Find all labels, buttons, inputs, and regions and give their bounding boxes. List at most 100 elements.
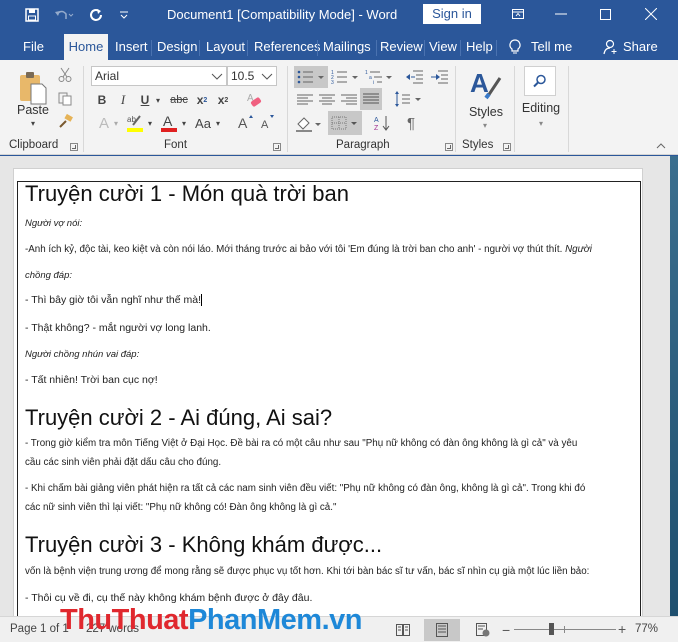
- tab-layout[interactable]: Layout: [203, 34, 248, 60]
- zoom-slider[interactable]: [514, 623, 616, 635]
- zoom-slider-thumb[interactable]: [549, 623, 555, 635]
- minimize-icon[interactable]: [546, 2, 576, 26]
- justify-icon[interactable]: [360, 88, 382, 110]
- tab-references[interactable]: References: [251, 34, 323, 60]
- multilevel-list-button[interactable]: 1ai: [364, 66, 396, 88]
- change-case-dropdown-icon[interactable]: ▾: [214, 114, 222, 132]
- bullets-button[interactable]: [294, 66, 328, 88]
- subscript-label: x: [196, 93, 204, 107]
- read-mode-icon[interactable]: [390, 619, 416, 641]
- strikethrough-button[interactable]: abc: [168, 91, 190, 109]
- line-spacing-icon[interactable]: [393, 88, 423, 110]
- align-right-icon[interactable]: [338, 90, 360, 110]
- ribbon-display-options-icon[interactable]: [503, 2, 533, 26]
- tab-review[interactable]: Review: [377, 34, 426, 60]
- customize-qat-icon[interactable]: [116, 5, 132, 25]
- font-dialog-launcher[interactable]: [273, 143, 281, 151]
- text-effects-dropdown-icon[interactable]: ▾: [112, 114, 120, 132]
- svg-text:A: A: [238, 115, 248, 131]
- undo-icon[interactable]: [52, 5, 76, 25]
- font-color-dropdown-icon[interactable]: ▾: [180, 114, 188, 132]
- ribbon: Paste ▾ Clipboard Arial 10.5 B I U ▾ abc…: [0, 60, 678, 155]
- styles-group-label: Styles: [462, 139, 494, 151]
- highlight-color-icon[interactable]: ab: [124, 112, 146, 134]
- tab-view[interactable]: View: [426, 34, 460, 60]
- tab-mailings[interactable]: Mailings: [320, 34, 374, 60]
- paste-button[interactable]: Paste: [16, 102, 50, 118]
- align-center-icon[interactable]: [316, 90, 338, 110]
- align-left-icon[interactable]: [294, 90, 316, 110]
- styles-dropdown-icon[interactable]: ▾: [478, 120, 492, 130]
- svg-text:i: i: [373, 80, 374, 85]
- format-painter-icon[interactable]: [56, 112, 74, 130]
- chevron-down-icon[interactable]: [261, 67, 273, 91]
- decrease-indent-icon[interactable]: [403, 66, 425, 88]
- tab-insert[interactable]: Insert: [112, 34, 151, 60]
- share-button[interactable]: Share: [600, 34, 661, 60]
- underline-dropdown-icon[interactable]: ▾: [153, 91, 163, 109]
- tab-design[interactable]: Design: [154, 34, 200, 60]
- web-layout-icon[interactable]: [470, 619, 496, 641]
- subscript-button[interactable]: x2: [193, 91, 211, 109]
- italic-button[interactable]: I: [115, 91, 131, 109]
- paragraph-group-label: Paragraph: [336, 139, 390, 151]
- tell-me-search[interactable]: Tell me: [506, 34, 575, 60]
- clear-formatting-icon[interactable]: A: [244, 90, 264, 110]
- shrink-font-icon[interactable]: A: [258, 112, 278, 132]
- paragraph: - Thì bây giờ tôi vẫn nghĩ như thế mà!: [25, 294, 202, 307]
- search-icon[interactable]: [524, 66, 556, 96]
- print-layout-icon[interactable]: [424, 619, 460, 641]
- copy-icon[interactable]: [56, 90, 74, 108]
- numbering-button[interactable]: 123: [330, 66, 362, 88]
- font-color-icon[interactable]: A: [158, 112, 180, 134]
- sort-icon[interactable]: AZ: [372, 111, 394, 135]
- show-formatting-marks-icon[interactable]: ¶: [400, 111, 422, 135]
- editing-dropdown-icon[interactable]: ▾: [534, 118, 548, 128]
- cut-icon[interactable]: [56, 66, 74, 84]
- document-page[interactable]: Truyện cười 1 - Món quà trời ban Người v…: [13, 168, 643, 617]
- borders-icon[interactable]: [328, 111, 362, 135]
- document-content[interactable]: Truyện cười 1 - Món quà trời ban Người v…: [17, 181, 641, 617]
- font-group-label: Font: [164, 139, 188, 151]
- tell-me-label: Tell me: [531, 39, 573, 54]
- tab-home[interactable]: Home: [64, 34, 108, 60]
- paragraph-dialog-launcher[interactable]: [445, 143, 453, 151]
- styles-gallery-icon[interactable]: A: [466, 66, 504, 104]
- tab-help[interactable]: Help: [463, 34, 496, 60]
- grow-font-icon[interactable]: A: [236, 112, 256, 132]
- paragraph-text: -Anh ích kỷ, độc tài, keo kiệt và còn nó…: [25, 244, 563, 255]
- font-name-combo[interactable]: Arial: [91, 66, 227, 86]
- shading-icon[interactable]: [294, 113, 326, 135]
- superscript-button[interactable]: x2: [214, 91, 232, 109]
- increase-indent-icon[interactable]: [428, 66, 450, 88]
- zoom-out-button[interactable]: −: [502, 622, 510, 638]
- chevron-down-icon[interactable]: [211, 67, 223, 91]
- text-effects-icon[interactable]: A: [94, 114, 114, 132]
- watermark-part-2: PhanMem: [188, 604, 322, 636]
- zoom-level[interactable]: 77%: [635, 623, 658, 635]
- superscript-label: x: [217, 93, 225, 107]
- underline-button[interactable]: U: [137, 91, 153, 109]
- group-separator: [568, 66, 569, 152]
- tab-separator: [151, 40, 152, 56]
- redo-icon[interactable]: [86, 5, 106, 25]
- font-size-combo[interactable]: 10.5: [227, 66, 277, 86]
- styles-button[interactable]: Styles: [466, 104, 506, 120]
- bold-button[interactable]: B: [94, 91, 110, 109]
- change-case-button[interactable]: Aa: [192, 114, 214, 132]
- styles-dialog-launcher[interactable]: [503, 143, 511, 151]
- clipboard-dialog-launcher[interactable]: [70, 143, 78, 151]
- editing-button[interactable]: Editing: [518, 100, 564, 116]
- close-icon[interactable]: [636, 2, 666, 26]
- paragraph: - Tất nhiên! Trời ban cục nợ!: [25, 374, 158, 386]
- title-bar: Document1 [Compatibility Mode] - Word Si…: [0, 0, 678, 30]
- svg-text:A: A: [261, 119, 269, 131]
- maximize-icon[interactable]: [590, 2, 620, 26]
- tab-file[interactable]: File: [20, 34, 47, 60]
- collapse-ribbon-icon[interactable]: [654, 140, 668, 152]
- save-icon[interactable]: [22, 5, 42, 25]
- highlight-dropdown-icon[interactable]: ▾: [146, 114, 154, 132]
- zoom-in-button[interactable]: +: [618, 621, 626, 637]
- paste-dropdown-icon[interactable]: ▾: [26, 118, 40, 128]
- sign-in-button[interactable]: Sign in: [423, 4, 481, 24]
